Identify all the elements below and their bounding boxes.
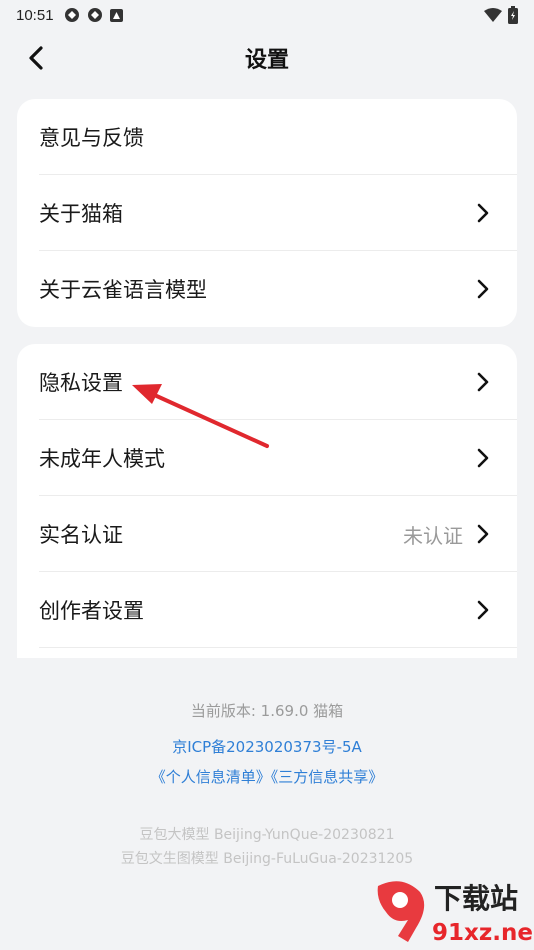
settings-item-feedback[interactable]: 意见与反馈 [17,99,517,175]
watermark-title: 下载站 [434,882,518,915]
settings-item-label: 关于云雀语言模型 [39,278,207,302]
settings-item-label: 意见与反馈 [39,126,144,150]
version-text: 当前版本: 1.69.0 猫箱 [190,702,344,720]
settings-item-about-maoxiang[interactable]: 关于猫箱 [17,175,517,251]
notification-icon [109,8,123,22]
watermark-site: 91xz.net [432,920,532,946]
settings-item-label: 关于猫箱 [39,202,123,226]
page-title: 设置 [244,48,289,73]
settings-card-account: 隐私设置 未成年人模式 实名认证 未认证 创作者设置 [17,344,517,658]
back-button[interactable] [22,44,50,72]
settings-item-minor-mode[interactable]: 未成年人模式 [17,420,517,496]
chevron-right-icon [475,524,491,544]
settings-item-label: 隐私设置 [39,371,123,395]
status-bar: 10:51 [0,0,534,30]
status-time: 10:51 [16,6,54,24]
chevron-right-icon [475,448,491,468]
settings-item-privacy[interactable]: 隐私设置 [17,344,517,420]
settings-item-label: 创作者设置 [39,599,144,623]
settings-item-label: 未成年人模式 [39,447,165,471]
chevron-right-icon [475,600,491,620]
divider [39,647,517,648]
chevron-right-icon [475,203,491,223]
settings-item-real-name-auth[interactable]: 实名认证 未认证 [17,496,517,572]
status-system-icons [484,6,518,24]
chevron-right-icon [475,372,491,392]
settings-card-general: 意见与反馈 关于猫箱 关于云雀语言模型 [17,99,517,327]
settings-item-label: 实名认证 [39,523,123,547]
nav-bar: 设置 [0,30,534,86]
app-icon-2 [87,8,102,22]
app-icon-1 [64,8,79,22]
icp-link[interactable]: 京ICP备2023020373号-5A [0,736,534,757]
chevron-left-icon [29,46,43,70]
wifi-icon [484,8,502,22]
status-notification-icons [64,7,123,23]
model-registration-text: 豆包文生图模型 Beijing-FuLuGua-20231205 [120,851,414,867]
privacy-links[interactable]: 《个人信息清单》《三方信息共享》 [0,766,534,787]
settings-item-about-yunque-model[interactable]: 关于云雀语言模型 [17,251,517,327]
watermark-logo: 下载站 91xz.net [372,872,534,948]
settings-item-creator[interactable]: 创作者设置 [17,572,517,648]
battery-icon [508,6,518,24]
chevron-right-icon [475,279,491,299]
model-registration-text: 豆包大模型 Beijing-YunQue-20230821 [139,827,395,843]
status-value: 未认证 [403,523,463,548]
